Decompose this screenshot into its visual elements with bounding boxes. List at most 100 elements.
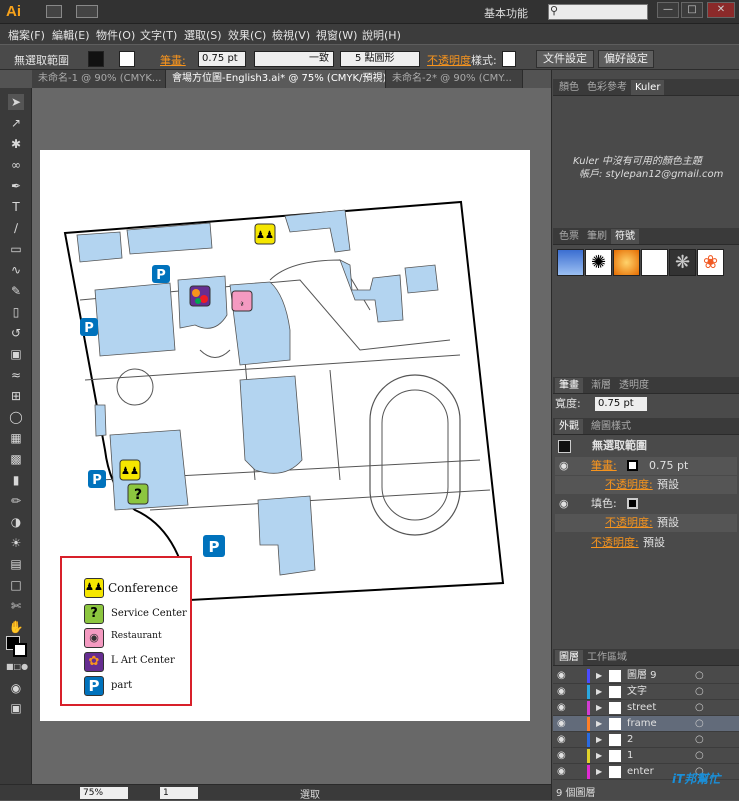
layer-row[interactable]: ◉ ▶ frame ○ [553, 716, 739, 732]
layer-name[interactable]: street [627, 700, 656, 716]
artboard-navigator[interactable]: 1 [160, 787, 198, 799]
fill-color-chip[interactable] [627, 498, 638, 509]
stroke-swatch[interactable] [119, 51, 135, 67]
appearance-object-opacity-row[interactable]: 不透明度: 預設 [555, 534, 737, 552]
layer-name[interactable]: 文字 [627, 684, 647, 700]
screen-mode-icon[interactable]: ▣ [8, 700, 24, 716]
zoom-select[interactable]: 75% [80, 787, 128, 799]
document-setup-button[interactable]: 文件設定 [536, 50, 594, 68]
opacity-label[interactable]: 不透明度: [591, 534, 639, 552]
expand-arrow-icon[interactable]: ▶ [596, 684, 602, 700]
menu-object[interactable]: 物件(O) [96, 27, 135, 43]
expand-arrow-icon[interactable]: ▶ [596, 748, 602, 764]
target-icon[interactable]: ○ [695, 716, 704, 732]
search-input[interactable] [548, 4, 648, 20]
selection-tool-icon[interactable]: ➤ [8, 94, 24, 110]
blend-tool-icon[interactable]: ◑ [8, 514, 24, 530]
menu-select[interactable]: 選取(S) [184, 27, 222, 43]
layer-name[interactable]: enter [627, 764, 654, 780]
opacity-label[interactable]: 不透明度: [605, 514, 653, 532]
visibility-eye-icon[interactable]: ◉ [557, 764, 566, 780]
menu-file[interactable]: 檔案(F) [8, 27, 45, 43]
symbol-sprayer-tool-icon[interactable]: ☀ [8, 535, 24, 551]
tab-appearance[interactable]: 外觀 [555, 419, 583, 434]
visibility-eye-icon[interactable]: ◉ [559, 457, 569, 475]
visibility-eye-icon[interactable]: ◉ [557, 700, 566, 716]
expand-arrow-icon[interactable]: ▶ [596, 700, 602, 716]
visibility-eye-icon[interactable]: ◉ [557, 668, 566, 684]
close-button[interactable]: ✕ [707, 2, 735, 18]
tab-active-document[interactable]: 會場方位圖-English3.ai* @ 75% (CMYK/預視) [166, 70, 386, 88]
tab-transparency[interactable]: 透明度 [615, 378, 653, 393]
tab-layers[interactable]: 圖層 [555, 650, 583, 665]
status-mode[interactable]: 選取 [300, 786, 320, 801]
layer-row[interactable]: ◉ ▶ street ○ [553, 700, 739, 716]
tab-brushes[interactable]: 筆刷 [583, 229, 611, 244]
eraser-tool-icon[interactable]: ▯ [8, 304, 24, 320]
appearance-stroke-row[interactable]: ◉ 筆畫: 0.75 pt [555, 457, 737, 475]
visibility-eye-icon[interactable]: ◉ [559, 495, 569, 513]
tab-stroke[interactable]: 筆畫 [555, 378, 583, 393]
menu-view[interactable]: 檢視(V) [272, 27, 310, 43]
menu-window[interactable]: 視窗(W) [316, 27, 357, 43]
minimize-button[interactable]: — [657, 2, 679, 18]
visibility-eye-icon[interactable]: ◉ [557, 732, 566, 748]
scale-tool-icon[interactable]: ▣ [8, 346, 24, 362]
menu-effect[interactable]: 效果(C) [228, 27, 266, 43]
expand-arrow-icon[interactable]: ▶ [596, 716, 602, 732]
artboard[interactable]: ♟♟ P P 𝓇 ♟♟ ? P P ♟♟ Conference ? Servic… [40, 150, 530, 721]
hand-tool-icon[interactable]: ✋ [8, 619, 24, 635]
stroke-color-chip[interactable] [627, 460, 638, 471]
draw-mode-icon[interactable]: ◉ [8, 680, 24, 696]
menu-edit[interactable]: 編輯(E) [52, 27, 90, 43]
perspective-grid-tool-icon[interactable]: ▦ [8, 430, 24, 446]
pencil-tool-icon[interactable]: ✎ [8, 283, 24, 299]
tab-untitled-2[interactable]: 未命名-2* @ 90% (CMY... [386, 70, 523, 88]
visibility-eye-icon[interactable]: ◉ [557, 716, 566, 732]
direct-selection-tool-icon[interactable]: ↗ [8, 115, 24, 131]
appearance-fill-row[interactable]: ◉ 填色: [555, 495, 737, 513]
tab-untitled-1[interactable]: 未命名-1 @ 90% (CMYK... [32, 70, 166, 88]
target-icon[interactable]: ○ [695, 684, 704, 700]
color-mode-icons[interactable]: ■□● [6, 662, 28, 671]
visibility-eye-icon[interactable]: ◉ [557, 684, 566, 700]
tab-gradient[interactable]: 漸層 [587, 378, 615, 393]
layer-name[interactable]: frame [627, 716, 657, 732]
graphic-style-swatch[interactable] [502, 51, 516, 67]
menu-type[interactable]: 文字(T) [140, 27, 177, 43]
symbol-swatch-5[interactable]: ❋ [669, 249, 696, 276]
layer-name[interactable]: 2 [627, 732, 633, 748]
symbol-swatch-6[interactable]: ❀ [697, 249, 724, 276]
appearance-stroke-opacity-row[interactable]: 不透明度: 預設 [555, 476, 737, 494]
bridge-icon[interactable] [46, 5, 62, 18]
stroke-profile-select[interactable]: 一致 [254, 51, 334, 67]
tab-color-guide[interactable]: 色彩參考 [583, 80, 631, 95]
target-icon[interactable]: ○ [695, 668, 704, 684]
expand-arrow-icon[interactable]: ▶ [596, 732, 602, 748]
type-tool-icon[interactable]: T [8, 199, 24, 215]
warp-tool-icon[interactable]: ≈ [8, 367, 24, 383]
stroke-color-box[interactable] [13, 643, 27, 657]
magic-wand-tool-icon[interactable]: ✱ [8, 136, 24, 152]
preferences-button[interactable]: 偏好設定 [598, 50, 654, 68]
line-tool-icon[interactable]: ∕ [8, 220, 24, 236]
tab-symbols[interactable]: 符號 [611, 229, 639, 244]
symbol-swatch-4[interactable] [641, 249, 668, 276]
eyedropper-tool-icon[interactable]: ✏ [8, 493, 24, 509]
brush-select[interactable]: 5 點圓形 [340, 51, 420, 67]
gradient-tool-icon[interactable]: ▮ [8, 472, 24, 488]
appearance-stroke-label[interactable]: 筆畫: [591, 457, 617, 475]
tab-swatches[interactable]: 色票 [555, 229, 583, 244]
free-transform-tool-icon[interactable]: ⊞ [8, 388, 24, 404]
menu-help[interactable]: 說明(H) [362, 27, 401, 43]
rectangle-tool-icon[interactable]: ▭ [8, 241, 24, 257]
appearance-fill-label[interactable]: 填色: [591, 495, 617, 513]
stroke-label[interactable]: 筆畫: [160, 52, 186, 68]
symbol-swatch-3[interactable] [613, 249, 640, 276]
tab-color[interactable]: 顏色 [555, 80, 583, 95]
paintbrush-tool-icon[interactable]: ∿ [8, 262, 24, 278]
layer-row[interactable]: ◉ ▶ 1 ○ [553, 748, 739, 764]
tab-kuler[interactable]: Kuler [631, 80, 665, 95]
expand-arrow-icon[interactable]: ▶ [596, 668, 602, 684]
mesh-tool-icon[interactable]: ▩ [8, 451, 24, 467]
